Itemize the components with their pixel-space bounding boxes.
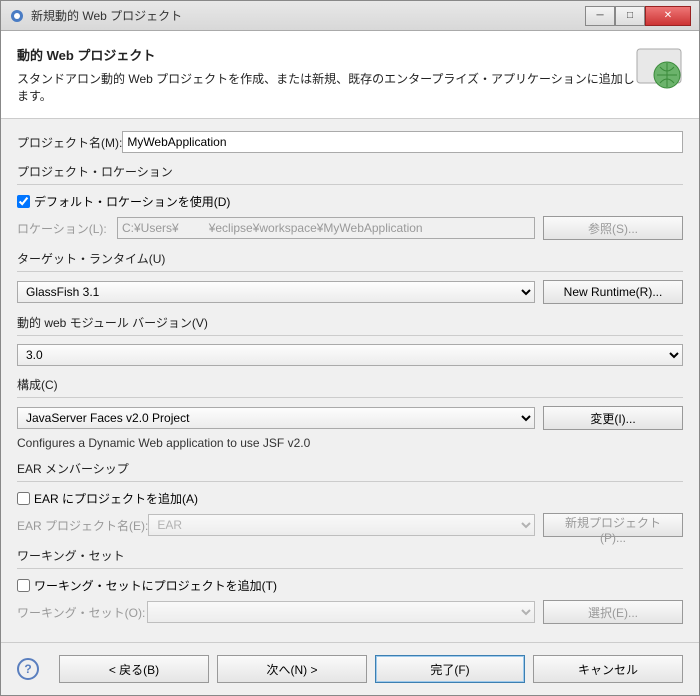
maximize-button[interactable]: □ <box>615 6 645 26</box>
modify-config-button[interactable]: 変更(I)... <box>543 406 683 430</box>
globe-icon <box>635 45 683 93</box>
window-buttons: ─ □ ✕ <box>585 6 691 26</box>
separator <box>17 568 683 569</box>
config-description: Configures a Dynamic Web application to … <box>17 436 683 450</box>
next-button[interactable]: 次へ(N) > <box>217 655 367 683</box>
footer: ? < 戻る(B) 次へ(N) > 完了(F) キャンセル <box>1 642 699 695</box>
window-title: 新規動的 Web プロジェクト <box>31 7 585 24</box>
separator <box>17 481 683 482</box>
module-version-select[interactable]: 3.0 <box>17 344 683 366</box>
ear-project-select: EAR <box>148 514 535 536</box>
use-default-location-checkbox[interactable] <box>17 195 30 208</box>
add-to-ear-label: EAR にプロジェクトを追加(A) <box>34 490 198 507</box>
config-group-label: 構成(C) <box>17 376 683 393</box>
title-bar: 新規動的 Web プロジェクト ─ □ ✕ <box>1 1 699 31</box>
location-path-label: ロケーション(L): <box>17 220 117 237</box>
runtime-group-label: ターゲット・ランタイム(U) <box>17 250 683 267</box>
banner: 動的 Web プロジェクト スタンドアロン動的 Web プロジェクトを作成、また… <box>1 31 699 119</box>
browse-button: 参照(S)... <box>543 216 683 240</box>
module-version-group-label: 動的 web モジュール バージョン(V) <box>17 314 683 331</box>
add-to-workingset-checkbox[interactable] <box>17 579 30 592</box>
config-select[interactable]: JavaServer Faces v2.0 Project <box>17 407 535 429</box>
dialog-window: 新規動的 Web プロジェクト ─ □ ✕ 動的 Web プロジェクト スタンド… <box>0 0 700 696</box>
separator <box>17 184 683 185</box>
minimize-button[interactable]: ─ <box>585 6 615 26</box>
location-path-input <box>117 217 535 239</box>
project-name-input[interactable] <box>122 131 683 153</box>
separator <box>17 271 683 272</box>
cancel-button[interactable]: キャンセル <box>533 655 683 683</box>
add-to-ear-checkbox[interactable] <box>17 492 30 505</box>
workingset-select <box>147 601 535 623</box>
ear-project-label: EAR プロジェクト名(E): <box>17 517 148 534</box>
select-workingset-button: 選択(E)... <box>543 600 683 624</box>
app-icon <box>9 8 25 24</box>
runtime-select[interactable]: GlassFish 3.1 <box>17 281 535 303</box>
location-group-label: プロジェクト・ロケーション <box>17 163 683 180</box>
project-name-label: プロジェクト名(M): <box>17 134 122 151</box>
ear-group-label: EAR メンバーシップ <box>17 460 683 477</box>
new-runtime-button[interactable]: New Runtime(R)... <box>543 280 683 304</box>
back-button[interactable]: < 戻る(B) <box>59 655 209 683</box>
close-button[interactable]: ✕ <box>645 6 691 26</box>
workingset-group-label: ワーキング・セット <box>17 547 683 564</box>
new-ear-project-button: 新規プロジェクト(P)... <box>543 513 683 537</box>
banner-subtext: スタンドアロン動的 Web プロジェクトを作成、または新規、既存のエンタープライ… <box>17 70 635 104</box>
workingset-label: ワーキング・セット(O): <box>17 604 147 621</box>
use-default-location-label: デフォルト・ロケーションを使用(D) <box>34 193 230 210</box>
banner-heading: 動的 Web プロジェクト <box>17 45 635 64</box>
help-button[interactable]: ? <box>17 658 39 680</box>
separator <box>17 397 683 398</box>
add-to-workingset-label: ワーキング・セットにプロジェクトを追加(T) <box>34 577 277 594</box>
separator <box>17 335 683 336</box>
content-area: プロジェクト名(M): プロジェクト・ロケーション デフォルト・ロケーションを使… <box>1 119 699 642</box>
finish-button[interactable]: 完了(F) <box>375 655 525 683</box>
